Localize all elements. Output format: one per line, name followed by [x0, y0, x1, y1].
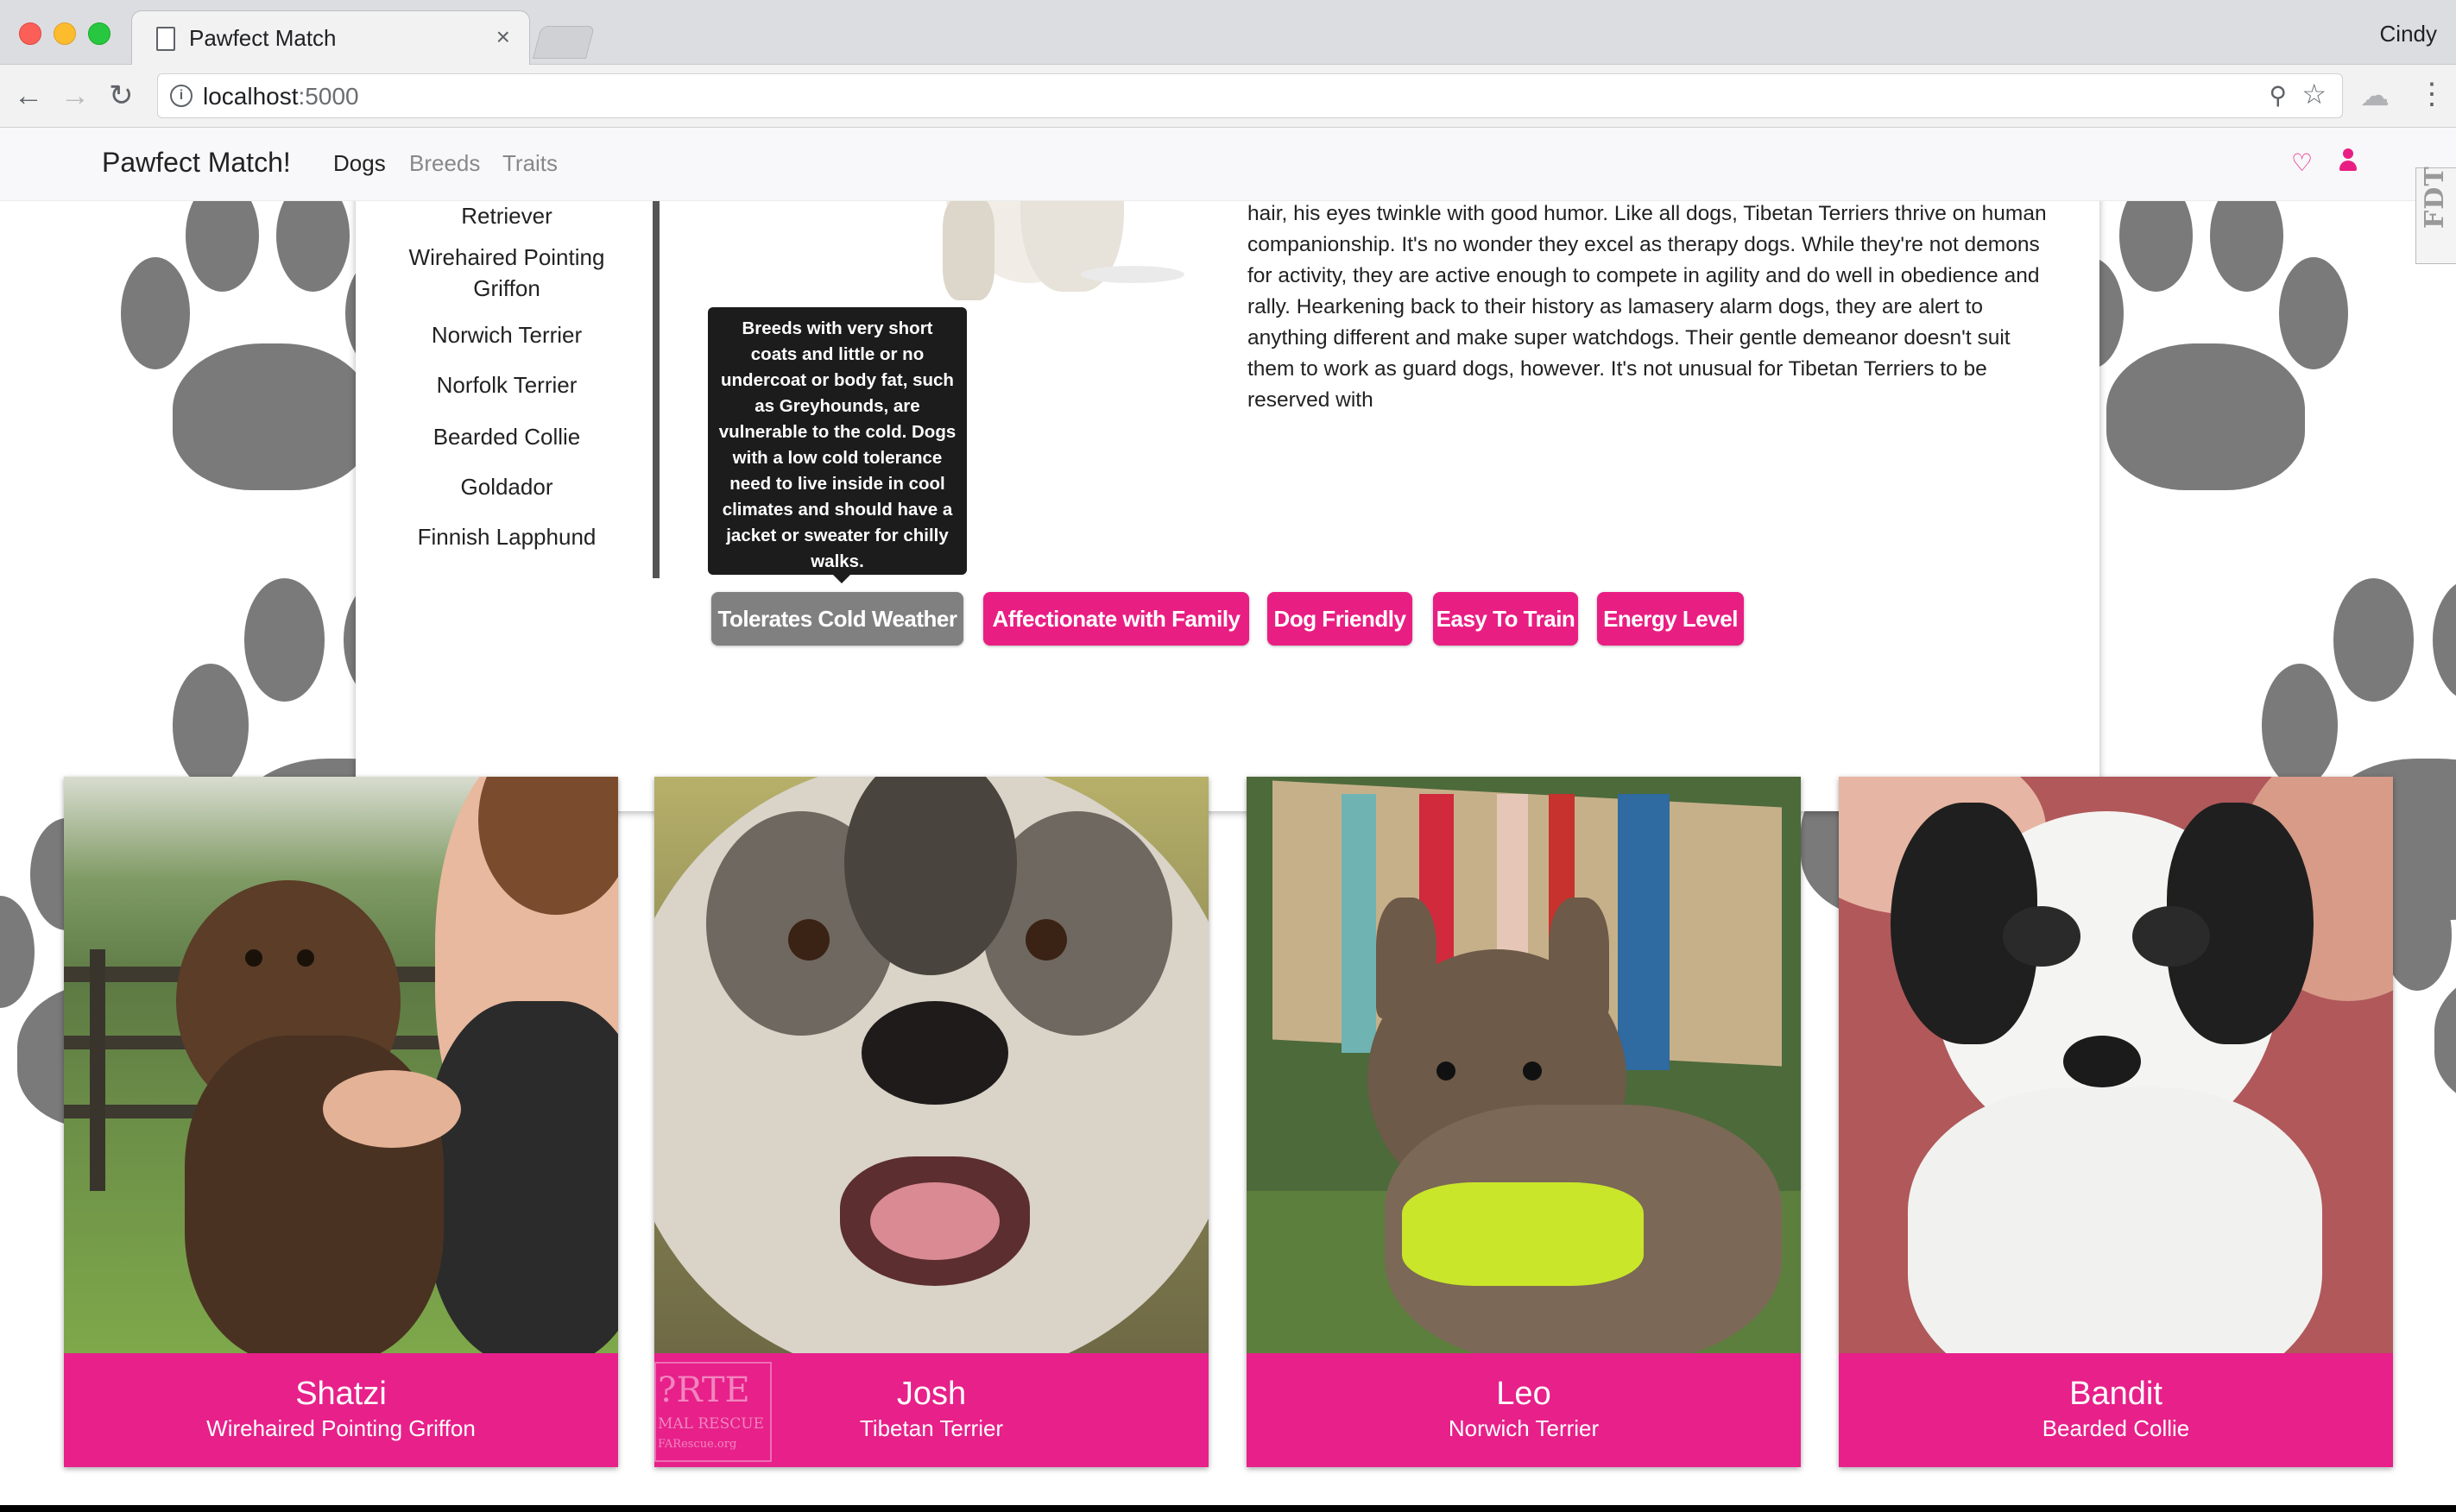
- dog-name: Leo: [1496, 1376, 1551, 1412]
- url-text[interactable]: localhost:5000: [203, 83, 359, 110]
- dog-name: Josh: [896, 1376, 967, 1412]
- breed-list-item[interactable]: Goldador: [356, 471, 658, 502]
- breed-list-item[interactable]: Wirehaired Pointing Griffon: [356, 242, 658, 304]
- dog-card-josh[interactable]: ?RTE MAL RESCUE FARescue.org Josh Tibeta…: [654, 777, 1209, 1467]
- window-bottom-edge: [0, 1505, 2456, 1512]
- dog-card-caption: ?RTE MAL RESCUE FARescue.org Josh Tibeta…: [654, 1353, 1209, 1467]
- page-viewport: Pawfect Match! Dogs Breeds Traits ♡ FDT …: [0, 128, 2456, 1512]
- breed-detail-panel: Retriever Wirehaired Pointing Griffon No…: [356, 128, 2099, 811]
- trait-button-dog-friendly[interactable]: Dog Friendly: [1267, 592, 1412, 646]
- url-port: :5000: [298, 83, 359, 110]
- trait-tooltip: Breeds with very short coats and little …: [708, 307, 967, 575]
- info-icon[interactable]: i: [170, 85, 193, 107]
- address-bar[interactable]: i localhost:5000 ⚲ ☆: [157, 73, 2343, 118]
- dog-photo: [1839, 777, 2393, 1353]
- dog-name: Shatzi: [295, 1376, 387, 1412]
- zoom-icon[interactable]: ⚲: [2269, 81, 2287, 110]
- dog-card-caption: Shatzi Wirehaired Pointing Griffon: [64, 1353, 618, 1467]
- heart-icon[interactable]: ♡: [2291, 148, 2313, 177]
- app-navbar: Pawfect Match! Dogs Breeds Traits ♡: [0, 128, 2456, 201]
- browser-titlebar: Pawfect Match × Cindy: [0, 0, 2456, 65]
- url-host: localhost: [203, 83, 299, 110]
- nav-link-dogs[interactable]: Dogs: [333, 150, 386, 177]
- forward-arrow-icon[interactable]: →: [60, 77, 90, 115]
- nav-link-traits[interactable]: Traits: [502, 150, 558, 177]
- dog-breed: Tibetan Terrier: [859, 1415, 1004, 1441]
- dog-card-shatzi[interactable]: Shatzi Wirehaired Pointing Griffon: [64, 777, 618, 1467]
- maximize-window-button[interactable]: [88, 22, 110, 45]
- dog-breed: Norwich Terrier: [1448, 1415, 1600, 1441]
- new-tab-button[interactable]: [532, 26, 596, 59]
- tab-title: Pawfect Match: [189, 25, 337, 51]
- dog-breed: Bearded Collie: [2042, 1415, 2190, 1441]
- extension-icon[interactable]: ☁: [2360, 79, 2390, 113]
- dog-card-leo[interactable]: Leo Norwich Terrier: [1247, 777, 1801, 1467]
- browser-menu-icon[interactable]: ⋮: [2417, 77, 2447, 111]
- breed-list-item[interactable]: Norwich Terrier: [356, 319, 658, 350]
- bookmark-star-icon[interactable]: ☆: [2301, 78, 2327, 110]
- side-widget-label: FDT: [2420, 166, 2450, 229]
- breed-list-item[interactable]: Bearded Collie: [356, 421, 658, 452]
- dog-card-bandit[interactable]: Bandit Bearded Collie: [1839, 777, 2393, 1467]
- dog-photo: [64, 777, 618, 1353]
- tooltip-arrow: [833, 575, 850, 583]
- browser-toolbar: ← → ↻ i localhost:5000 ⚲ ☆ ☁ ⋮: [0, 65, 2456, 128]
- browser-tab[interactable]: Pawfect Match ×: [131, 10, 530, 65]
- reload-icon[interactable]: ↻: [109, 77, 134, 115]
- dog-card-caption: Leo Norwich Terrier: [1247, 1353, 1801, 1467]
- side-widget-tab[interactable]: FDT: [2415, 166, 2456, 264]
- dog-photo: [654, 777, 1209, 1353]
- trait-button-easy-to-train[interactable]: Easy To Train: [1433, 592, 1578, 646]
- trait-button-tolerates-cold-weather[interactable]: Tolerates Cold Weather: [711, 592, 963, 646]
- minimize-window-button[interactable]: [54, 22, 76, 45]
- tab-close-icon[interactable]: ×: [496, 23, 510, 51]
- nav-link-breeds[interactable]: Breeds: [409, 150, 480, 177]
- trait-button-affectionate-with-family[interactable]: Affectionate with Family: [983, 592, 1249, 646]
- dog-photo: [1247, 777, 1801, 1353]
- breed-list-item[interactable]: Norfolk Terrier: [356, 369, 658, 400]
- page-icon: [156, 27, 175, 51]
- dog-name: Bandit: [2069, 1376, 2162, 1412]
- breed-list-item[interactable]: Retriever: [356, 200, 658, 231]
- dog-breed: Wirehaired Pointing Griffon: [206, 1415, 476, 1441]
- user-icon[interactable]: [2336, 148, 2360, 174]
- breed-list-item[interactable]: Finnish Lapphund: [356, 521, 658, 552]
- close-window-button[interactable]: [19, 22, 41, 45]
- trait-button-energy-level[interactable]: Energy Level: [1597, 592, 1744, 646]
- brand-logo[interactable]: Pawfect Match!: [102, 147, 291, 179]
- profile-name[interactable]: Cindy: [2380, 21, 2437, 47]
- dog-card-caption: Bandit Bearded Collie: [1839, 1353, 2393, 1467]
- back-arrow-icon[interactable]: ←: [14, 77, 43, 115]
